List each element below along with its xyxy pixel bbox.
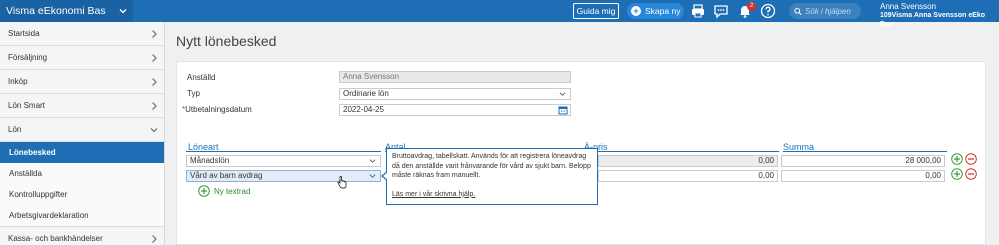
sidebar-item-label: Försäljning — [8, 53, 48, 62]
chevron-right-icon — [152, 235, 157, 243]
sidebar-item-startsida[interactable]: Startsida — [0, 22, 164, 46]
chevron-right-icon — [152, 30, 157, 38]
employee-label: Anställd — [187, 73, 216, 82]
sidebar-item-label: Lön — [8, 125, 22, 134]
sidebar-subitem-arbetsgivardeklaration[interactable]: Arbetsgivardeklaration — [0, 205, 164, 226]
row1-price-field[interactable]: 0,00 — [598, 155, 778, 167]
row2-sum-field[interactable]: 0,00 — [781, 170, 945, 182]
row1-loneart-select[interactable]: Månadslön — [186, 155, 381, 167]
chat-icon[interactable] — [713, 3, 729, 19]
add-text-row-button[interactable]: Ny textrad — [198, 185, 250, 197]
search-icon — [794, 7, 802, 15]
row2-loneart-select[interactable]: Vård av barn avdrag — [186, 170, 381, 182]
employee-field: Anna Svensson — [339, 71, 571, 83]
guide-button[interactable]: Guida mig — [573, 3, 619, 19]
sidebar-item-lon[interactable]: Lön — [0, 118, 164, 142]
sidebar-item-label: Startsida — [8, 29, 40, 38]
help-search[interactable] — [789, 3, 861, 19]
sidebar: Startsida Försäljning Inköp Lön Smart Lö… — [0, 22, 165, 245]
sidebar-subitem-kontrolluppgifter[interactable]: Kontrolluppgifter — [0, 184, 164, 205]
chevron-right-icon — [152, 102, 157, 110]
sidebar-item-forsaljning[interactable]: Försäljning — [0, 46, 164, 70]
app-switcher[interactable]: Visma eEkonomi Bas — [0, 0, 133, 22]
add-row-icon[interactable] — [951, 153, 963, 165]
sidebar-item-label: Inköp — [8, 77, 28, 86]
top-bar: Visma eEkonomi Bas Guida mig + Skapa ny … — [0, 0, 999, 28]
sidebar-item-inkop[interactable]: Inköp — [0, 70, 164, 94]
payout-date-label: *Utbetalningsdatum — [182, 105, 252, 114]
row1-loneart-value: Månadslön — [190, 156, 230, 165]
row2-price-field[interactable]: 0,00 — [598, 170, 778, 182]
sidebar-item-kassa-bank[interactable]: Kassa- och bankhändelser — [0, 226, 164, 245]
chevron-down-icon — [150, 128, 158, 133]
add-row-icon[interactable] — [951, 168, 963, 180]
add-text-row-label: Ny textrad — [214, 186, 251, 196]
header-rule — [186, 151, 381, 152]
chevron-down-icon — [559, 92, 566, 96]
plus-icon: + — [631, 6, 641, 16]
type-select[interactable]: Ordinarie lön — [339, 88, 571, 100]
tooltip-text: Bruttoavdrag, tabellskatt. Används för a… — [392, 153, 591, 179]
payout-date-value: 2022-04-25 — [343, 105, 384, 114]
print-icon[interactable] — [690, 3, 706, 19]
chevron-down-icon — [369, 159, 376, 163]
remove-row-icon[interactable] — [965, 153, 977, 165]
loneart-tooltip: Bruttoavdrag, tabellskatt. Används för a… — [381, 148, 598, 205]
notification-badge: 2 — [747, 2, 756, 11]
create-new-label: Skapa ny — [645, 6, 681, 16]
page-title: Nytt lönebesked — [176, 33, 277, 49]
chevron-down-icon — [369, 174, 376, 178]
header-rule — [584, 151, 779, 152]
chevron-right-icon — [152, 54, 157, 62]
user-name: Anna Svensson — [880, 2, 937, 11]
sidebar-subitem-lonebesked[interactable]: Lönebesked — [0, 142, 164, 163]
sidebar-subitem-anstallda[interactable]: Anställda — [0, 163, 164, 184]
main-content: Nytt lönebesked — [166, 22, 999, 245]
row1-sum-field[interactable]: 28 000,00 — [781, 155, 945, 167]
chevron-right-icon — [152, 78, 157, 86]
hand-cursor-icon — [337, 176, 347, 189]
sidebar-item-lon-smart[interactable]: Lön Smart — [0, 94, 164, 118]
help-link[interactable]: Läs mer i vår skrivna hjälp. — [392, 190, 592, 200]
payout-date-field[interactable]: 2022-04-25 — [339, 104, 571, 116]
type-select-value: Ordinarie lön — [343, 89, 389, 98]
type-label: Typ — [187, 89, 200, 98]
sidebar-item-label: Lön Smart — [8, 101, 45, 110]
remove-row-icon[interactable] — [965, 168, 977, 180]
payout-date-label-text: Utbetalningsdatum — [185, 105, 252, 114]
calendar-icon[interactable] — [558, 105, 568, 115]
chevron-down-icon — [119, 9, 127, 14]
create-new-button[interactable]: + Skapa ny — [627, 3, 684, 19]
row2-loneart-value: Vård av barn avdrag — [190, 171, 263, 180]
plus-circle-icon — [198, 185, 210, 197]
help-search-input[interactable] — [805, 6, 861, 16]
app-title: Visma eEkonomi Bas — [6, 5, 106, 17]
help-icon[interactable] — [760, 3, 776, 19]
header-rule — [783, 151, 947, 152]
tooltip-arrow-fill — [383, 172, 388, 180]
sidebar-item-label: Kassa- och bankhändelser — [8, 233, 103, 243]
